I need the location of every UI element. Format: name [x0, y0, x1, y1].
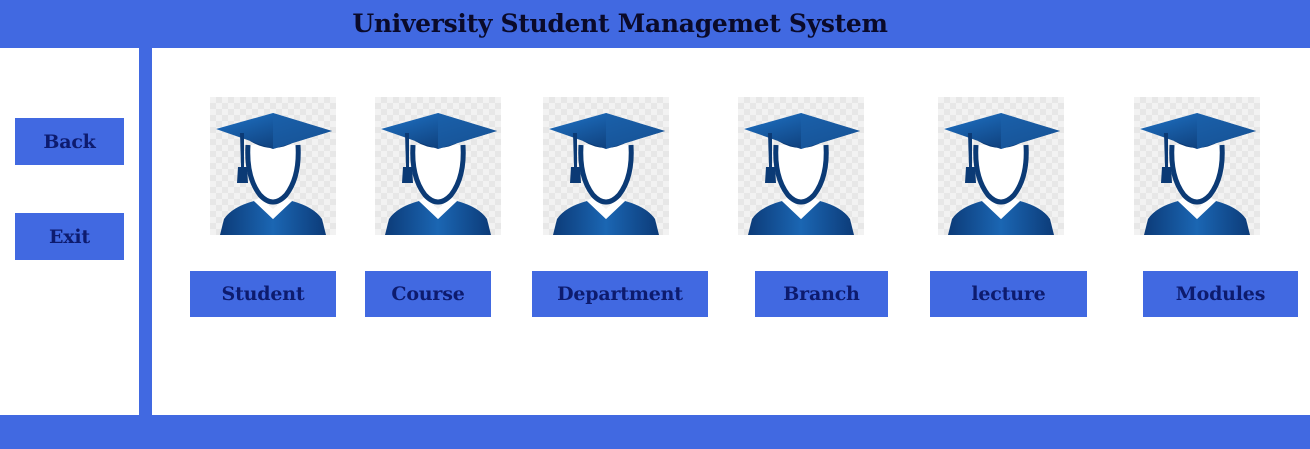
back-button[interactable]: Back — [15, 118, 124, 165]
lecture-graduate-icon — [938, 97, 1064, 235]
department-graduate-icon — [543, 97, 669, 235]
course-graduate-icon — [375, 97, 501, 235]
modules-graduate-icon — [1134, 97, 1260, 235]
exit-button[interactable]: Exit — [15, 213, 124, 260]
lecture-button[interactable]: lecture — [930, 271, 1087, 317]
student-graduate-icon — [210, 97, 336, 235]
header-bar: University Student Managemet System — [0, 0, 1310, 48]
app-title: University Student Managemet System — [352, 9, 888, 38]
branch-button[interactable]: Branch — [755, 271, 888, 317]
footer-bar — [0, 415, 1310, 449]
course-button[interactable]: Course — [365, 271, 491, 317]
branch-graduate-icon — [738, 97, 864, 235]
sidebar-divider — [139, 48, 152, 415]
student-button[interactable]: Student — [190, 271, 336, 317]
department-button[interactable]: Department — [532, 271, 708, 317]
modules-button[interactable]: Modules — [1143, 271, 1298, 317]
